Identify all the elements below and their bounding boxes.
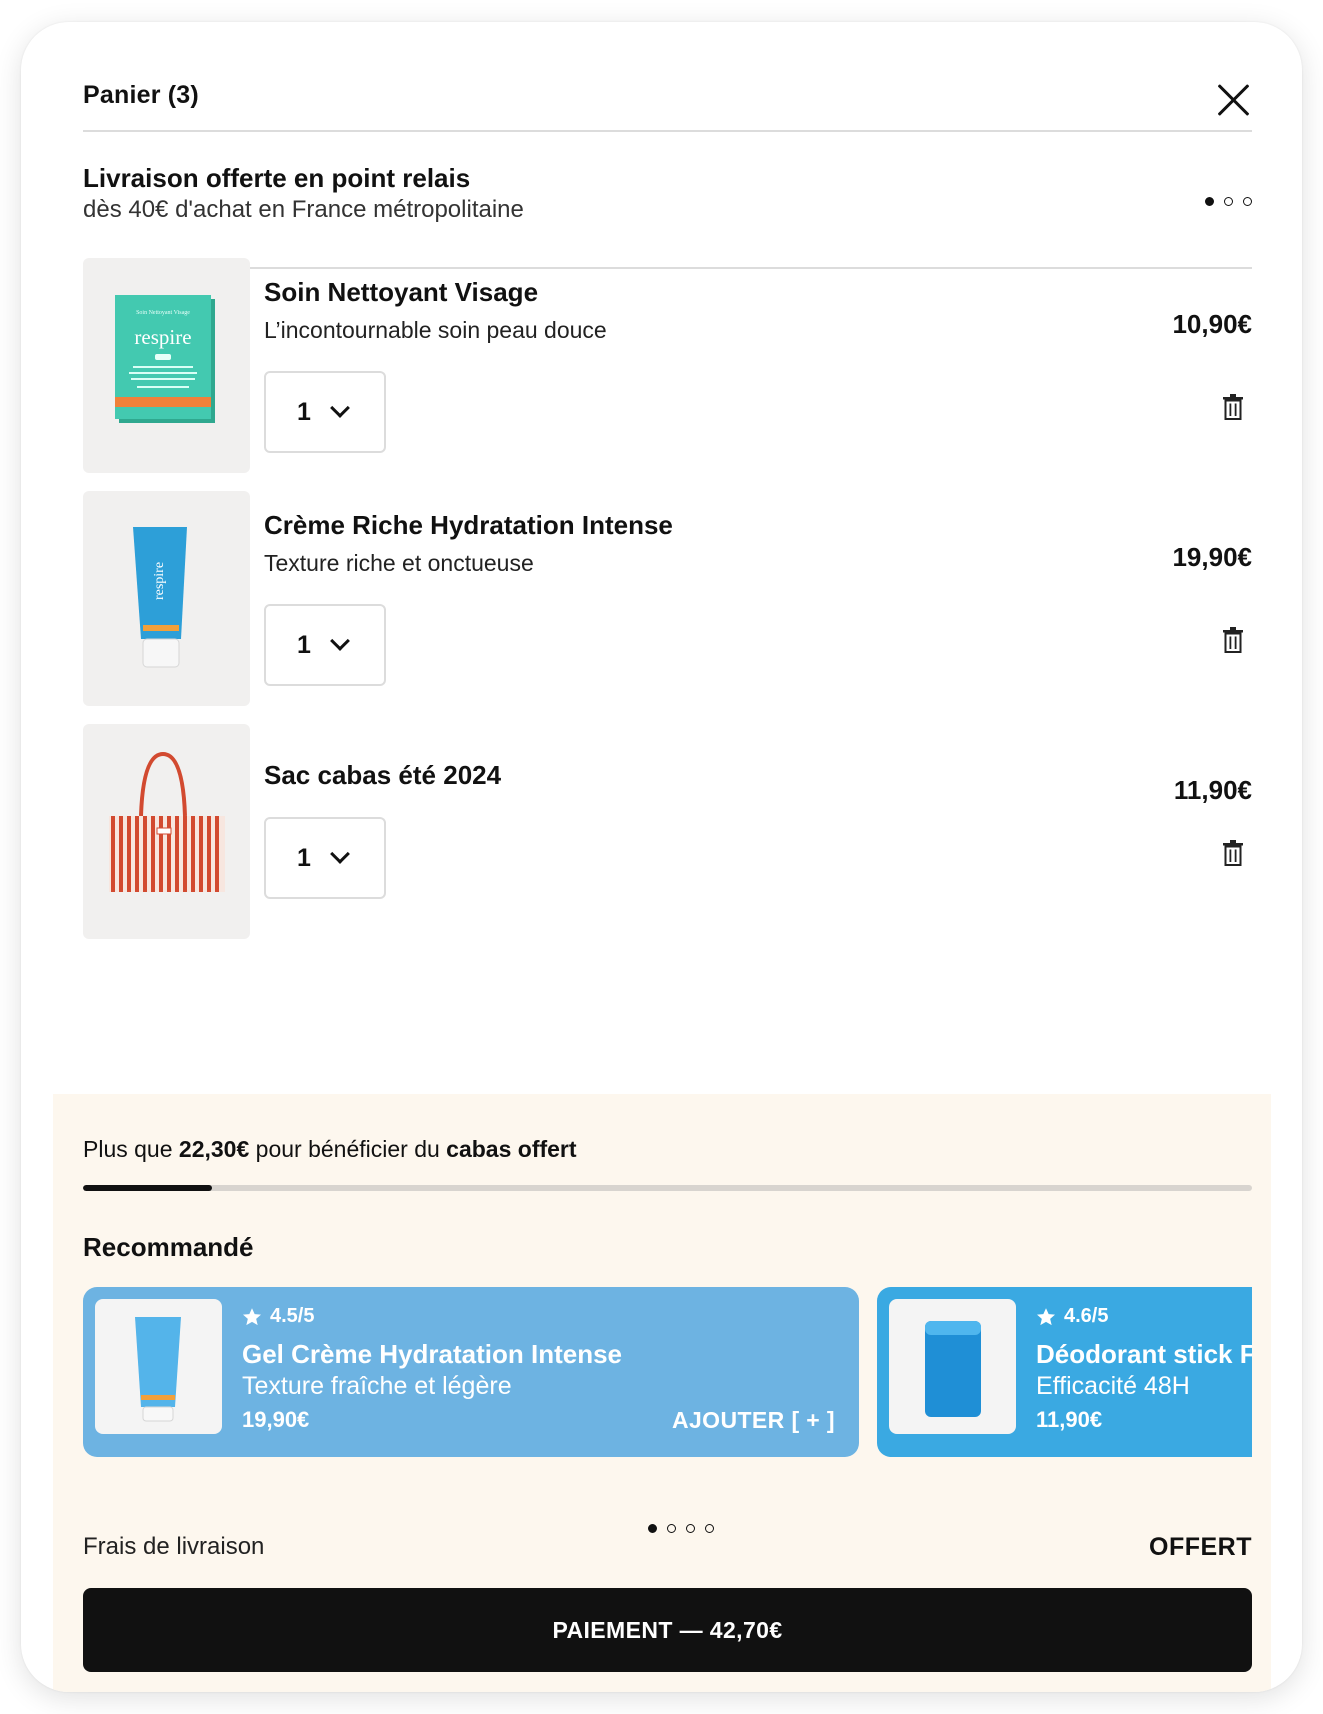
quantity-value: 1 xyxy=(297,630,311,659)
trash-icon[interactable] xyxy=(1222,394,1244,420)
banner-pagination[interactable] xyxy=(1205,197,1252,206)
cart-summary: Plus que 22,30€ pour bénéficier du cabas… xyxy=(53,1094,1271,1692)
promo-middle: pour bénéficier du xyxy=(249,1136,447,1162)
recommendation-rating: 4.6/5 xyxy=(1036,1305,1108,1328)
rating-value: 4.6/5 xyxy=(1064,1305,1109,1327)
checkout-button[interactable]: PAIEMENT — 42,70€ xyxy=(83,1588,1252,1672)
product-image-cream-brand: respire xyxy=(152,562,167,600)
product-image-cream: respire xyxy=(83,491,250,706)
recommendation-card[interactable]: 4.5/5 Gel Crème Hydratation Intense Text… xyxy=(83,1287,859,1457)
recommendation-card[interactable]: 4.6/5 Déodorant stick Fl Efficacité 48H … xyxy=(877,1287,1252,1457)
item-price: 10,90€ xyxy=(1172,309,1252,339)
recommendation-name: Gel Crème Hydratation Intense xyxy=(242,1339,622,1369)
cart-item: Soin Nettoyant Visage respire Soin Netto… xyxy=(83,258,1252,473)
recommendation-description: Texture fraîche et légère xyxy=(242,1372,512,1400)
quantity-select[interactable]: 1 xyxy=(264,604,386,686)
banner-dot[interactable] xyxy=(1224,197,1233,206)
quantity-select[interactable]: 1 xyxy=(264,817,386,899)
star-icon xyxy=(1037,1307,1055,1325)
recommendation-price: 11,90€ xyxy=(1036,1407,1103,1432)
item-price: 19,90€ xyxy=(1172,542,1252,572)
star-icon xyxy=(243,1307,261,1325)
product-image-cleanser: Soin Nettoyant Visage respire xyxy=(83,258,250,473)
item-name[interactable]: Sac cabas été 2024 xyxy=(264,760,501,791)
carousel-dot-active[interactable] xyxy=(648,1524,657,1533)
recommendation-name: Déodorant stick Fl xyxy=(1036,1339,1252,1369)
chevron-down-icon xyxy=(330,398,350,418)
item-price: 11,90€ xyxy=(1173,775,1252,805)
free-gift-message: Plus que 22,30€ pour bénéficier du cabas… xyxy=(83,1136,577,1163)
trash-icon[interactable] xyxy=(1222,840,1244,866)
banner-dot-active[interactable] xyxy=(1205,197,1214,206)
cart-title: Panier (3) xyxy=(83,81,199,109)
recommendation-price: 19,90€ xyxy=(242,1407,310,1432)
carousel-pagination[interactable] xyxy=(648,1524,714,1533)
item-description: L’incontournable soin peau douce xyxy=(264,317,607,343)
carousel-dot[interactable] xyxy=(705,1524,714,1533)
product-image-tote-bag xyxy=(83,724,250,939)
item-name[interactable]: Crème Riche Hydratation Intense xyxy=(264,510,673,541)
cart-item: Sac cabas été 2024 11,90€ 1 xyxy=(83,724,1252,939)
recommendations-carousel[interactable]: 4.5/5 Gel Crème Hydratation Intense Text… xyxy=(83,1287,1252,1457)
recommendation-image-deodorant xyxy=(889,1299,1016,1434)
chevron-down-icon xyxy=(330,631,350,651)
banner-dot[interactable] xyxy=(1243,197,1252,206)
item-description: Texture riche et onctueuse xyxy=(264,550,534,576)
product-image-cleanser-brand: respire xyxy=(134,325,191,349)
progress-fill xyxy=(83,1185,212,1191)
banner-subtitle: dès 40€ d'achat en France métropolitaine xyxy=(83,196,524,223)
shipping-fee-label: Frais de livraison xyxy=(83,1533,265,1560)
chevron-down-icon xyxy=(330,844,350,864)
quantity-value: 1 xyxy=(297,843,311,872)
banner-title: Livraison offerte en point relais xyxy=(83,163,471,193)
add-to-cart-button[interactable]: AJOUTER [ + ] xyxy=(672,1407,835,1434)
carousel-dot[interactable] xyxy=(667,1524,676,1533)
quantity-value: 1 xyxy=(297,397,311,426)
cart-header: Panier (3) xyxy=(83,58,1252,132)
cart-item: respire Crème Riche Hydratation Intense … xyxy=(83,491,1252,706)
product-image-cleanser-fineprint: Soin Nettoyant Visage xyxy=(136,310,190,316)
cart-drawer: Panier (3) Livraison offerte en point re… xyxy=(21,22,1302,1692)
free-gift-progress-bar xyxy=(83,1185,1252,1191)
trash-icon[interactable] xyxy=(1222,627,1244,653)
item-name[interactable]: Soin Nettoyant Visage xyxy=(264,277,538,308)
recommendations-title: Recommandé xyxy=(83,1232,254,1262)
close-icon[interactable] xyxy=(1216,82,1252,118)
shipping-fee-value: OFFERT xyxy=(1149,1533,1252,1561)
carousel-dot[interactable] xyxy=(686,1524,695,1533)
recommendation-image-gel-cream xyxy=(95,1299,222,1434)
promo-prefix: Plus que xyxy=(83,1136,179,1162)
shipping-banner: Livraison offerte en point relais dès 40… xyxy=(83,132,1252,269)
recommendation-description: Efficacité 48H xyxy=(1036,1372,1190,1400)
quantity-select[interactable]: 1 xyxy=(264,371,386,453)
rating-value: 4.5/5 xyxy=(270,1305,315,1327)
promo-reward: cabas offert xyxy=(446,1136,577,1162)
recommendation-rating: 4.5/5 xyxy=(242,1305,314,1328)
promo-amount: 22,30€ xyxy=(178,1136,250,1162)
